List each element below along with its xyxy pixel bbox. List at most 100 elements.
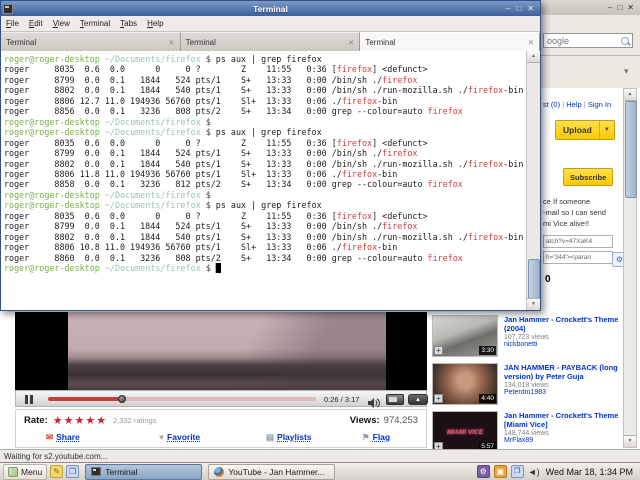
subscribe-button[interactable]: Subscribe	[563, 168, 614, 186]
related-video-title[interactable]: Jan Hammer - Crockett's Theme [Miami Vic…	[504, 411, 620, 429]
menu-item-terminal[interactable]: Terminal	[80, 19, 110, 28]
related-video-user[interactable]: MrFlax89	[504, 437, 620, 444]
quicklist-add-icon[interactable]: +	[434, 346, 443, 355]
menu-item-help[interactable]: Help	[147, 19, 163, 28]
menu-item-view[interactable]: View	[53, 19, 70, 28]
browser-statusbar: Waiting for s2.youtube.com...	[0, 449, 640, 462]
menu-button[interactable]: Menu	[3, 463, 48, 480]
browser-search-input[interactable]: oogle	[543, 33, 633, 48]
terminal-line: roger 8799 0.0 0.1 1844 524 pts/1 S+ 13:…	[4, 221, 418, 232]
browser-titlebar[interactable]: – □ ✕	[541, 0, 640, 15]
share-link[interactable]: ✉ Share	[46, 432, 80, 443]
related-video-user[interactable]: nickbonetti	[504, 341, 620, 348]
related-video-info: JAN HAMMER - PAYBACK (long version) by P…	[504, 363, 620, 396]
upload-button[interactable]: Upload ▼	[555, 120, 615, 140]
video-player[interactable]	[15, 312, 427, 390]
browser-scrollbar[interactable]: ▲ ▼	[623, 88, 637, 448]
related-video-info: Jan Hammer - Crockett's Theme (2004) 107,…	[504, 315, 620, 348]
upload-dropdown-icon[interactable]: ▼	[598, 121, 614, 139]
quicklist-add-icon[interactable]: +	[434, 394, 443, 403]
rate-panel: Rate: ★★★★★ 2,332 ratings Views: 974,253…	[15, 409, 427, 448]
chevron-down-icon[interactable]: ▾	[624, 66, 629, 77]
terminal-line: roger@roger-desktop ~/Documents/firefox …	[4, 189, 211, 200]
fullscreen-button[interactable]: ▲	[408, 394, 428, 405]
favorite-label: Favorite	[167, 432, 201, 442]
menu-item-edit[interactable]: Edit	[29, 19, 43, 28]
terminal-maximize-icon[interactable]: □	[516, 4, 521, 13]
duration-badge: 3:30	[479, 346, 496, 355]
tab-label: Terminal	[365, 37, 396, 47]
scroll-down-icon[interactable]: ▼	[624, 435, 636, 447]
notes-launcher-icon[interactable]: ✎	[50, 465, 64, 478]
rating-stars[interactable]: ★★★★★	[53, 414, 107, 427]
tab-close-icon[interactable]: ✕	[348, 38, 354, 47]
playlists-icon: ▤	[266, 432, 275, 442]
browser-maximize-icon[interactable]: □	[617, 3, 622, 12]
video-thumbnail[interactable]: +4:40	[432, 363, 498, 405]
embed-code-field[interactable]	[543, 251, 613, 264]
scroll-down-icon[interactable]: ▼	[527, 298, 540, 310]
help-link[interactable]: Help	[566, 100, 581, 109]
progress-bar[interactable]	[48, 395, 316, 403]
duration-badge: 4:40	[479, 394, 496, 403]
signin-link[interactable]: Sign In	[588, 100, 611, 109]
flag-link[interactable]: ⚑ Flag	[362, 432, 390, 443]
terminal-line: roger 8802 0.0 0.1 1844 540 pts/1 S+ 13:…	[4, 231, 524, 242]
terminal-minimize-icon[interactable]: –	[506, 4, 510, 13]
taskbar-item-terminal[interactable]: Terminal	[85, 463, 203, 480]
scrollbar-thumb[interactable]	[528, 259, 540, 299]
favorite-link[interactable]: ♥ Favorite	[159, 432, 200, 442]
tab-label: Terminal	[185, 37, 216, 47]
quicklist-link[interactable]: st (0)	[543, 100, 560, 109]
scroll-up-icon[interactable]: ▲	[624, 89, 636, 101]
terminal-tabbar: Terminal ✕ Terminal ✕ Terminal ✕	[1, 32, 541, 51]
menu-item-tabs[interactable]: Tabs	[120, 19, 137, 28]
playlists-link[interactable]: ▤ Playlists	[266, 432, 312, 443]
channel-line: -mail so I can send	[543, 208, 606, 217]
pause-button[interactable]	[25, 395, 34, 404]
related-video-user[interactable]: Peterdm1983	[504, 389, 620, 396]
terminal-close-icon[interactable]: ✕	[527, 4, 534, 13]
volume-tray-icon[interactable]: ◄)	[528, 467, 540, 477]
browser-close-icon[interactable]: ✕	[627, 3, 634, 12]
search-icon[interactable]	[621, 36, 629, 45]
related-video-title[interactable]: Jan Hammer - Crockett's Theme (2004)	[504, 315, 620, 333]
scrollbar-thumb[interactable]	[625, 101, 637, 198]
settings-tray-icon[interactable]: ⚙	[476, 465, 490, 478]
browser-minimize-icon[interactable]: –	[608, 3, 612, 12]
video-thumbnail[interactable]: +3:30	[432, 315, 498, 357]
terminal-line: roger@roger-desktop ~/Documents/firefox …	[4, 200, 322, 211]
show-desktop-icon[interactable]: ❒	[66, 465, 80, 478]
terminal-tab-1[interactable]: Terminal ✕	[1, 32, 181, 51]
network-tray-icon[interactable]: ❒	[510, 465, 524, 478]
embed-options-button[interactable]: ⚙	[612, 252, 623, 267]
progress-knob[interactable]	[117, 395, 126, 403]
terminal-content[interactable]: roger@roger-desktop ~/Documents/firefox …	[1, 51, 540, 310]
related-video-views: 107,723 views	[504, 334, 549, 341]
tab-close-icon[interactable]: ✕	[168, 38, 174, 47]
menu-icon	[8, 466, 18, 477]
taskbar-item-youtube[interactable]: YouTube - Jan Hammer...	[208, 463, 336, 480]
menu-item-file[interactable]: File	[6, 19, 19, 28]
scroll-up-icon[interactable]: ▲	[527, 51, 540, 63]
terminal-tab-2[interactable]: Terminal ✕	[180, 32, 361, 51]
tab-close-icon[interactable]: ✕	[528, 38, 534, 47]
terminal-scrollbar[interactable]: ▲ ▼	[526, 51, 540, 310]
terminal-line: roger 8860 0.0 0.1 3236 808 pts/2 S+ 13:…	[4, 252, 463, 263]
player-controls: 0:26 / 3:17 ▲	[15, 390, 428, 408]
terminal-tab-3[interactable]: Terminal ✕	[360, 32, 541, 51]
related-video-views: 134,018 views	[504, 382, 549, 389]
terminal-line: roger 8799 0.0 0.1 1844 524 pts/1 S+ 13:…	[4, 74, 418, 85]
screen-size-button[interactable]	[386, 394, 404, 405]
video-url-field[interactable]	[543, 235, 613, 248]
channel-description: ce If someone -mail so I can send mi Vic…	[543, 196, 606, 229]
terminal-line: roger 8806 11.8 11.0 194936 56760 pts/1 …	[4, 168, 398, 179]
terminal-line: roger 8856 0.0 0.1 3236 808 pts/2 S+ 13:…	[4, 106, 463, 117]
related-video-title[interactable]: JAN HAMMER - PAYBACK (long version) by P…	[504, 363, 620, 381]
clock[interactable]: Wed Mar 18, 1:34 PM	[546, 467, 633, 477]
video-thumbnail[interactable]: MIAMI VICE +5:57	[432, 411, 498, 452]
terminal-titlebar[interactable]: Terminal – □ ✕	[1, 1, 540, 16]
terminal-line: roger 8035 0.6 0.0 0 0 ? Z 11:55 0:36 [f…	[4, 64, 428, 75]
terminal-line: roger 8806 10.8 11.0 194936 56760 pts/1 …	[4, 242, 398, 253]
updates-tray-icon[interactable]: ▣	[493, 465, 507, 478]
